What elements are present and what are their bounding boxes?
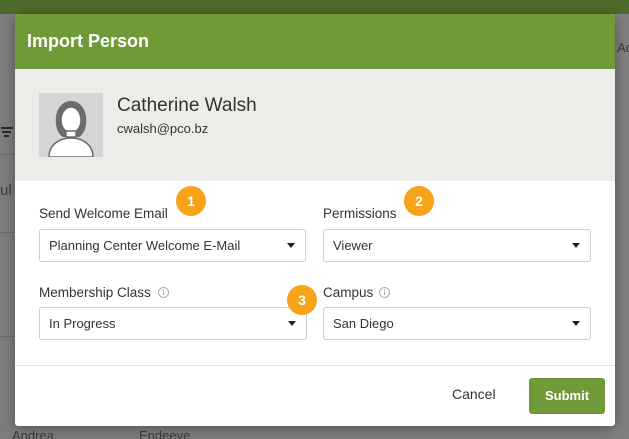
person-name: Catherine Walsh — [117, 95, 257, 116]
person-summary: Catherine Walsh cwalsh@pco.bz — [15, 69, 615, 181]
caret-down-icon — [572, 321, 580, 326]
info-icon[interactable]: i — [158, 287, 169, 298]
membership-class-label: Membership Class — [39, 285, 151, 300]
permissions-value: Viewer — [333, 238, 373, 253]
background-row-last-name: Endeeve — [139, 428, 191, 439]
permissions-label: Permissions — [323, 206, 397, 221]
background-partial-right-text: Ad — [617, 40, 629, 55]
membership-class-select[interactable]: In Progress — [39, 307, 307, 340]
submit-button[interactable]: Submit — [529, 378, 605, 414]
campus-label: Campus — [323, 285, 374, 300]
campus-value: San Diego — [333, 316, 394, 331]
caret-down-icon — [287, 243, 295, 248]
send-welcome-email-value: Planning Center Welcome E-Mail — [49, 238, 241, 253]
info-icon[interactable]: i — [379, 287, 390, 298]
permissions-select[interactable]: Viewer — [323, 229, 591, 262]
background-topbar — [0, 0, 629, 14]
send-welcome-email-label: Send Welcome Email — [39, 206, 168, 221]
import-person-modal: Import Person Catherine Walsh cwalsh@pco… — [15, 14, 615, 426]
background-divider — [0, 232, 14, 233]
background-right-panel — [615, 14, 629, 439]
modal-footer: Cancel Submit — [15, 366, 615, 426]
modal-title: Import Person — [27, 31, 150, 51]
import-form: Send Welcome Email Planning Center Welco… — [15, 181, 615, 366]
background-row-first-name: Andrea — [12, 428, 54, 439]
campus-select[interactable]: San Diego — [323, 307, 591, 340]
person-email: cwalsh@pco.bz — [117, 121, 209, 136]
callout-badge-1: 1 — [176, 186, 206, 216]
send-welcome-email-select[interactable]: Planning Center Welcome E-Mail — [39, 229, 306, 262]
background-divider — [0, 336, 14, 337]
avatar-placeholder-icon — [39, 93, 103, 157]
callout-badge-3: 3 — [287, 285, 317, 315]
filter-icon — [1, 127, 13, 137]
background-partial-heading: ul — [0, 182, 12, 199]
membership-class-value: In Progress — [49, 316, 116, 331]
cancel-button[interactable]: Cancel — [452, 386, 496, 402]
callout-badge-2: 2 — [404, 186, 434, 216]
modal-header: Import Person — [15, 14, 615, 69]
background-divider — [0, 154, 14, 155]
caret-down-icon — [572, 243, 580, 248]
caret-down-icon — [288, 321, 296, 326]
